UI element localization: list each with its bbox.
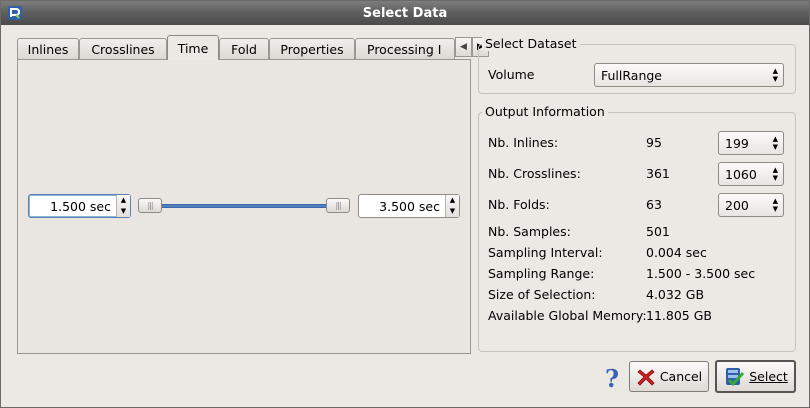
tab-time[interactable]: Time xyxy=(167,35,219,60)
time-range-slider[interactable] xyxy=(149,204,345,208)
crosslines-step-select[interactable]: 1060 ▲ ▼ xyxy=(718,162,784,186)
size-of-selection-label: Size of Selection: xyxy=(488,287,596,302)
volume-select[interactable]: FullRange ▲ ▼ xyxy=(594,63,784,87)
select-button[interactable]: Select xyxy=(715,360,796,393)
sampling-interval-value: 0.004 sec xyxy=(646,245,707,260)
slider-end-handle[interactable]: ||| xyxy=(326,198,350,213)
updown-arrow-icon: ▲ ▼ xyxy=(772,166,778,182)
cancel-label: Cancel xyxy=(659,369,703,384)
slider-start-handle[interactable]: ||| xyxy=(138,198,162,213)
nb-samples-value: 501 xyxy=(646,224,670,239)
available-memory-label: Available Global Memory: xyxy=(488,308,647,323)
app-logo-icon xyxy=(8,6,22,20)
nb-folds-value: 63 xyxy=(646,197,662,212)
nb-inlines-label: Nb. Inlines: xyxy=(488,135,559,150)
updown-arrow-icon: ▲ ▼ xyxy=(772,135,778,151)
updown-arrow-icon: ▲ ▼ xyxy=(772,197,778,213)
nb-samples-label: Nb. Samples: xyxy=(488,224,571,239)
sampling-range-label: Sampling Range: xyxy=(488,266,595,281)
end-time-value: 3.500 sec xyxy=(379,198,440,214)
tab-processing[interactable]: Processing I xyxy=(355,38,455,59)
nb-folds-label: Nb. Folds: xyxy=(488,197,550,212)
spin-up-icon[interactable]: ▲ xyxy=(446,195,459,206)
start-time-spinbox[interactable]: 1.500 sec ▲ ▼ xyxy=(28,194,131,218)
sampling-range-value: 1.500 - 3.500 sec xyxy=(646,266,756,281)
tab-bar: Inlines Crosslines Time Fold Properties … xyxy=(17,35,489,60)
tab-fold[interactable]: Fold xyxy=(219,38,269,59)
size-of-selection-value: 4.032 GB xyxy=(646,287,705,302)
output-information-title: Output Information xyxy=(482,104,608,119)
available-memory-value: 11.805 GB xyxy=(646,308,712,323)
window-title: Select Data xyxy=(362,5,448,21)
tab-crosslines[interactable]: Crosslines xyxy=(79,38,167,59)
inlines-step-select[interactable]: 199 ▲ ▼ xyxy=(718,131,784,155)
tab-inlines[interactable]: Inlines xyxy=(17,38,79,59)
check-icon xyxy=(726,367,745,386)
select-label: Select xyxy=(749,369,788,384)
red-x-icon xyxy=(637,368,655,386)
help-question-icon[interactable]: ? xyxy=(601,364,623,393)
end-time-spinbox[interactable]: 3.500 sec ▲ ▼ xyxy=(358,194,460,218)
start-time-value: 1.500 sec xyxy=(50,198,111,214)
tab-scroll-left-icon[interactable]: ◀ xyxy=(455,37,472,57)
folds-step-select[interactable]: 200 ▲ ▼ xyxy=(718,193,784,217)
volume-label: Volume xyxy=(488,67,535,82)
select-dataset-title: Select Dataset xyxy=(482,36,580,51)
select-data-dialog: Select Data Inlines Crosslines Time Fold… xyxy=(0,0,810,408)
sampling-interval-label: Sampling Interval: xyxy=(488,245,603,260)
nb-crosslines-label: Nb. Crosslines: xyxy=(488,166,581,181)
cancel-button[interactable]: Cancel xyxy=(629,361,709,392)
spin-down-icon[interactable]: ▼ xyxy=(446,206,459,217)
volume-value: FullRange xyxy=(601,67,662,83)
tab-properties[interactable]: Properties xyxy=(269,38,355,59)
updown-arrow-icon: ▲ ▼ xyxy=(772,67,778,83)
nb-crosslines-value: 361 xyxy=(646,166,670,181)
spin-down-icon[interactable]: ▼ xyxy=(117,206,130,217)
title-bar[interactable]: Select Data xyxy=(1,1,809,25)
nb-inlines-value: 95 xyxy=(646,135,662,150)
spin-up-icon[interactable]: ▲ xyxy=(117,195,130,206)
